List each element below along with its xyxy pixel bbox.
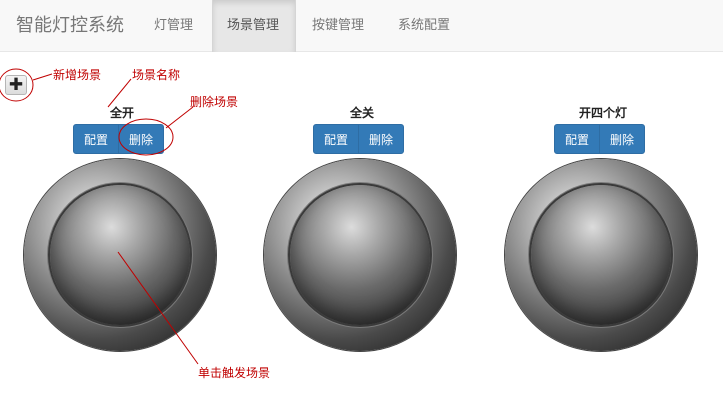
nav-item-scenes[interactable]: 场景管理: [212, 0, 296, 52]
top-navbar: 智能灯控系统 灯管理 场景管理 按键管理 系统配置: [0, 0, 723, 52]
scene-trigger-knob[interactable]: [505, 159, 697, 351]
brand-title[interactable]: 智能灯控系统: [16, 0, 124, 52]
delete-button[interactable]: 删除: [599, 124, 645, 154]
scene-card: 全关 配置 删除: [262, 104, 462, 364]
scene-button-group: 配置 删除: [554, 124, 645, 154]
knob-inner-ring: [290, 185, 430, 325]
annotation-delete-scene: 删除场景: [190, 95, 239, 109]
delete-button[interactable]: 删除: [358, 124, 404, 154]
config-button[interactable]: 配置: [73, 124, 119, 154]
knob-inner-ring: [50, 185, 190, 325]
delete-button[interactable]: 删除: [118, 124, 164, 154]
annotation-scene-name: 场景名称: [132, 68, 181, 82]
plus-icon: ✚: [8, 74, 24, 95]
scene-card: 开四个灯 配置 删除: [503, 104, 703, 364]
nav-item-system-config[interactable]: 系统配置: [384, 0, 464, 52]
annotation-line: [107, 78, 132, 108]
scene-button-group: 配置 删除: [73, 124, 164, 154]
knob-inner-ring: [531, 185, 671, 325]
scene-name: 开四个灯: [578, 106, 627, 120]
annotation-line: [32, 73, 53, 81]
nav-item-lights[interactable]: 灯管理: [140, 0, 207, 52]
scene-trigger-knob[interactable]: [24, 159, 216, 351]
add-scene-button[interactable]: ✚: [5, 75, 27, 95]
nav-item-keys[interactable]: 按键管理: [298, 0, 378, 52]
config-button[interactable]: 配置: [554, 124, 600, 154]
annotation-add-scene: 新增场景: [53, 68, 102, 82]
scene-card: 全开 配置 删除: [22, 104, 222, 364]
scene-name: 全关: [349, 106, 374, 120]
scene-button-group: 配置 删除: [313, 124, 404, 154]
config-button[interactable]: 配置: [313, 124, 359, 154]
scene-trigger-knob[interactable]: [264, 159, 456, 351]
annotation-trigger-scene: 单击触发场景: [198, 366, 271, 380]
